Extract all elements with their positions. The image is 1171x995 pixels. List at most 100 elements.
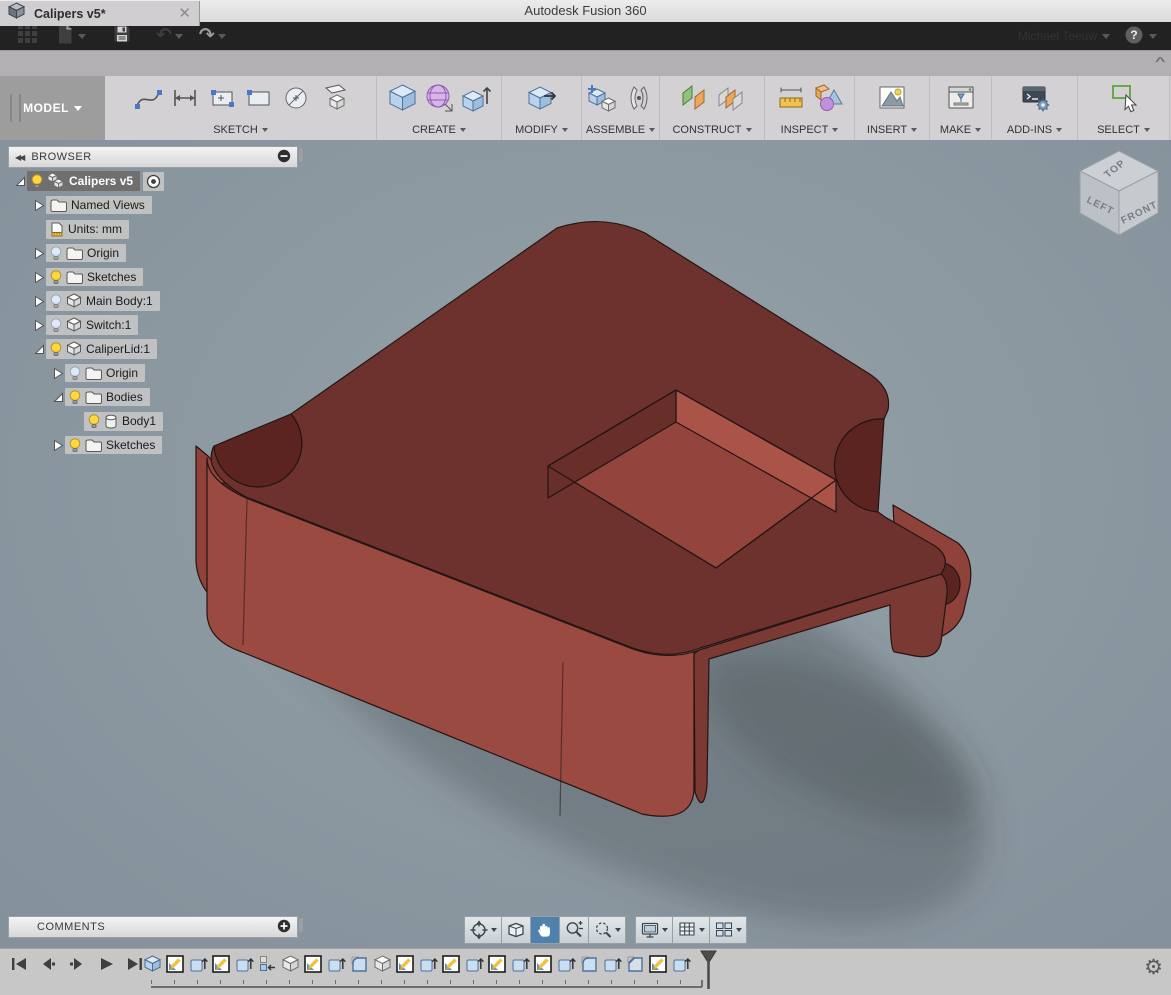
visibility-bulb-off-icon[interactable]	[50, 294, 62, 308]
tree-row-origin[interactable]: Origin	[14, 362, 145, 384]
rectangle-icon[interactable]	[243, 82, 275, 114]
create-box-icon[interactable]	[386, 82, 418, 114]
tree-row-named-views[interactable]: Named Views	[14, 194, 152, 216]
undo-button[interactable]: ↶	[156, 27, 183, 46]
expander-collapsed-icon[interactable]	[33, 320, 46, 331]
attached-canvas-icon[interactable]	[876, 82, 908, 114]
plus-circle-icon[interactable]	[277, 919, 291, 936]
minus-circle-icon[interactable]	[277, 149, 291, 166]
sketch-dimension-icon[interactable]	[169, 82, 201, 114]
gear-icon[interactable]: ⚙	[1144, 955, 1163, 980]
visibility-bulb-off-icon[interactable]	[50, 318, 62, 332]
expander-collapsed-icon[interactable]	[52, 368, 65, 379]
expander-collapsed-icon[interactable]	[33, 248, 46, 259]
timeline-feature-sketch[interactable]	[211, 954, 231, 974]
ribbon-dropdown-create[interactable]: CREATE	[412, 124, 466, 136]
timeline-feature-sketch[interactable]	[303, 954, 323, 974]
tree-item[interactable]: Sketches	[65, 436, 162, 454]
create-form-icon[interactable]	[423, 82, 455, 114]
tree-row-calipers-v5[interactable]: Calipers v5	[14, 170, 164, 192]
ribbon-dropdown-select[interactable]: SELECT	[1097, 124, 1150, 136]
viewports-button[interactable]	[710, 916, 747, 944]
tree-row-units-mm[interactable]: Units: mm	[14, 218, 129, 240]
ribbon-dropdown-inspect[interactable]: INSPECT	[781, 124, 839, 136]
joint-icon[interactable]	[623, 82, 655, 114]
timeline-feature-extrude[interactable]	[234, 954, 254, 974]
timeline-feature-extrude[interactable]	[464, 954, 484, 974]
timeline-feature-extrude[interactable]	[326, 954, 346, 974]
grid-and-snaps-button[interactable]	[673, 916, 710, 944]
view-cube[interactable]: TOP LEFT FRONT	[1076, 148, 1162, 240]
select-window-icon[interactable]	[1108, 82, 1140, 114]
visibility-bulb-off-icon[interactable]	[69, 366, 81, 380]
rectangle-2point-icon[interactable]	[206, 82, 238, 114]
chevron-down-icon[interactable]	[615, 928, 621, 932]
timeline-feature-extrude[interactable]	[602, 954, 622, 974]
print-3d-icon[interactable]	[945, 82, 977, 114]
timeline-feature-sketch[interactable]	[441, 954, 461, 974]
expander-expanded-icon[interactable]	[52, 392, 65, 403]
go-to-start-button[interactable]	[10, 957, 28, 971]
ribbon-dropdown-assemble[interactable]: ASSEMBLE	[586, 124, 655, 136]
workspace-switcher[interactable]: MODEL	[0, 76, 105, 140]
timeline-feature-extrude[interactable]	[510, 954, 530, 974]
ribbon-dropdown-make[interactable]: MAKE	[940, 124, 981, 136]
look-at-button[interactable]	[502, 916, 531, 944]
tree-row-caliperlid-1[interactable]: CaliperLid:1	[14, 338, 157, 360]
tree-item[interactable]: Bodies	[65, 388, 150, 406]
visibility-bulb-on-icon[interactable]	[50, 270, 62, 284]
undo-caret[interactable]	[175, 34, 183, 39]
timeline-feature-extrude[interactable]	[418, 954, 438, 974]
tree-row-sketches[interactable]: Sketches	[14, 434, 162, 456]
zoom-button[interactable]	[560, 916, 589, 944]
visibility-bulb-on-icon[interactable]	[88, 414, 100, 428]
canvas-3d-viewport[interactable]	[0, 140, 1171, 948]
tree-item[interactable]: Body1	[84, 412, 163, 431]
scripts-addins-icon[interactable]	[1019, 82, 1051, 114]
help-menu[interactable]: ?	[1124, 25, 1157, 48]
file-menu-button[interactable]	[55, 23, 86, 50]
collapse-browser-icon[interactable]: ◀◀	[15, 153, 23, 162]
timeline-feature-sketch[interactable]	[165, 954, 185, 974]
orbit-button[interactable]	[464, 916, 502, 944]
timeline-feature-move[interactable]	[257, 954, 277, 974]
extrude-icon[interactable]	[460, 82, 492, 114]
chevron-down-icon[interactable]	[699, 928, 705, 932]
file-menu-caret[interactable]	[78, 34, 86, 39]
ribbon-dropdown-sketch[interactable]: SKETCH	[213, 124, 268, 136]
new-component-icon[interactable]	[586, 82, 618, 114]
tree-item[interactable]: Switch:1	[46, 315, 138, 335]
activate-component-radio[interactable]	[143, 172, 164, 191]
press-pull-icon[interactable]	[526, 82, 558, 114]
timeline-feature-sketch[interactable]	[648, 954, 668, 974]
ribbon-dropdown-modify[interactable]: MODIFY	[515, 124, 568, 136]
document-tab[interactable]: Calipers v5* ✕	[0, 1, 200, 26]
expander-collapsed-icon[interactable]	[33, 272, 46, 283]
redo-button[interactable]: ↷	[199, 27, 226, 46]
play-button[interactable]	[97, 957, 115, 971]
circle-diameter-icon[interactable]	[280, 82, 312, 114]
data-panel-button[interactable]	[18, 24, 37, 48]
timeline-feature-sketch[interactable]	[487, 954, 507, 974]
tree-row-switch-1[interactable]: Switch:1	[14, 314, 138, 336]
expander-collapsed-icon[interactable]	[52, 440, 65, 451]
tree-row-origin[interactable]: Origin	[14, 242, 126, 264]
tree-row-bodies[interactable]: Bodies	[14, 386, 150, 408]
tree-item[interactable]: Named Views	[46, 196, 152, 214]
save-button[interactable]	[112, 24, 132, 49]
tree-item[interactable]: Origin	[46, 244, 126, 262]
visibility-bulb-on-icon[interactable]	[50, 342, 62, 356]
timeline-feature-fillet[interactable]	[349, 954, 369, 974]
tree-item[interactable]: Main Body:1	[46, 291, 160, 311]
pan-button[interactable]	[531, 916, 560, 944]
step-forward-button[interactable]	[68, 957, 86, 971]
chevron-down-icon[interactable]	[736, 928, 742, 932]
ribbon-dropdown-insert[interactable]: INSERT	[867, 124, 917, 136]
measure-icon[interactable]	[775, 82, 807, 114]
project-include-icon[interactable]	[317, 82, 349, 114]
timeline-feature-extrude[interactable]	[671, 954, 691, 974]
tree-item[interactable]: Calipers v5	[27, 171, 140, 191]
tree-row-sketches[interactable]: Sketches	[14, 266, 143, 288]
chevron-down-icon[interactable]	[662, 928, 668, 932]
visibility-bulb-on-icon[interactable]	[69, 390, 81, 404]
